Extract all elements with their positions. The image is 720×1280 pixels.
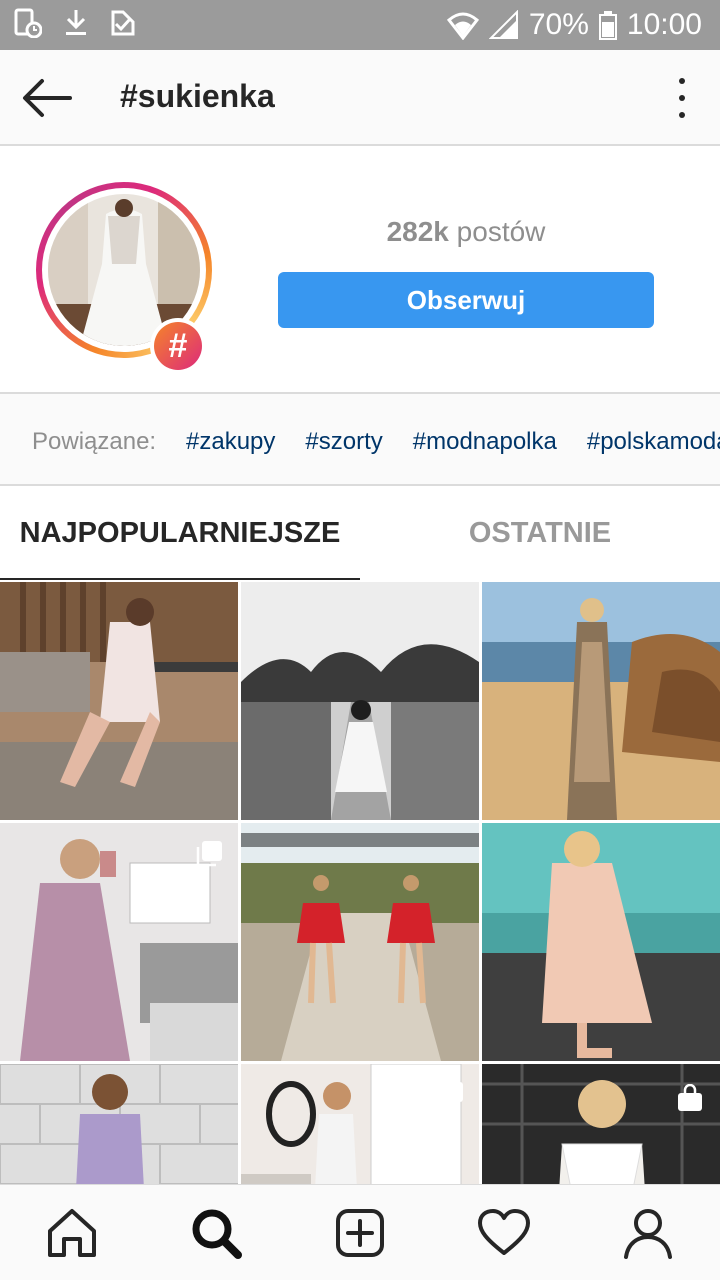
signal-icon [488, 10, 519, 40]
checklist-icon [110, 8, 136, 38]
feed-tabs: NAJPOPULARNIEJSZE OSTATNIE [0, 486, 720, 580]
screen-record-icon [14, 8, 42, 38]
grid-post-7[interactable] [0, 1064, 238, 1184]
posts-grid [0, 582, 720, 1184]
bottom-nav [0, 1184, 720, 1280]
grid-post-2[interactable] [241, 582, 479, 820]
related-label: Powiązane: [32, 428, 157, 455]
grid-post-5[interactable] [241, 823, 479, 1061]
battery-percent: 70% [528, 8, 589, 41]
status-bar: 70% 10:00 [0, 0, 720, 50]
tab-top-posts[interactable]: NAJPOPULARNIEJSZE [0, 486, 360, 580]
related-tag[interactable]: #zakupy [186, 428, 275, 456]
related-tag[interactable]: #modnapolka [413, 428, 557, 456]
hashtag-badge: # [150, 318, 206, 374]
posts-count: 282k postów [278, 216, 654, 248]
multi-photo-icon [437, 1082, 463, 1108]
posts-count-label: postów [456, 216, 546, 247]
grid-post-3[interactable] [482, 582, 720, 820]
related-tag[interactable]: #polskamoda [587, 428, 720, 456]
add-post-icon[interactable] [332, 1205, 388, 1261]
clock: 10:00 [626, 8, 702, 41]
related-hashtags: Powiązane: #zakupy #szorty #modnapolka #… [0, 394, 720, 486]
home-icon[interactable] [44, 1205, 100, 1261]
grid-post-6[interactable] [482, 823, 720, 1061]
wifi-icon [446, 10, 479, 40]
activity-heart-icon[interactable] [476, 1205, 532, 1261]
grid-post-1[interactable] [0, 582, 238, 820]
search-icon[interactable] [188, 1205, 244, 1261]
hashtag-profile: # 282k postów Obserwuj [0, 146, 720, 394]
grid-post-4[interactable] [0, 823, 238, 1061]
app-bar: #sukienka [0, 50, 720, 146]
multi-photo-icon [196, 841, 222, 867]
tab-recent[interactable]: OSTATNIE [360, 486, 720, 580]
grid-post-9[interactable] [482, 1064, 720, 1184]
page-title: #sukienka [120, 78, 275, 114]
grid-post-8[interactable] [241, 1064, 479, 1184]
profile-icon[interactable] [620, 1205, 676, 1261]
shopping-bag-icon [676, 1084, 704, 1112]
follow-button[interactable]: Obserwuj [278, 272, 654, 328]
posts-count-value: 282k [386, 216, 449, 247]
battery-icon [598, 10, 617, 40]
related-tag[interactable]: #szorty [305, 428, 382, 456]
more-options-icon[interactable] [674, 78, 690, 118]
download-icon [64, 8, 88, 38]
hashtag-badge-symbol: # [154, 322, 202, 370]
back-arrow-icon[interactable] [20, 76, 76, 120]
